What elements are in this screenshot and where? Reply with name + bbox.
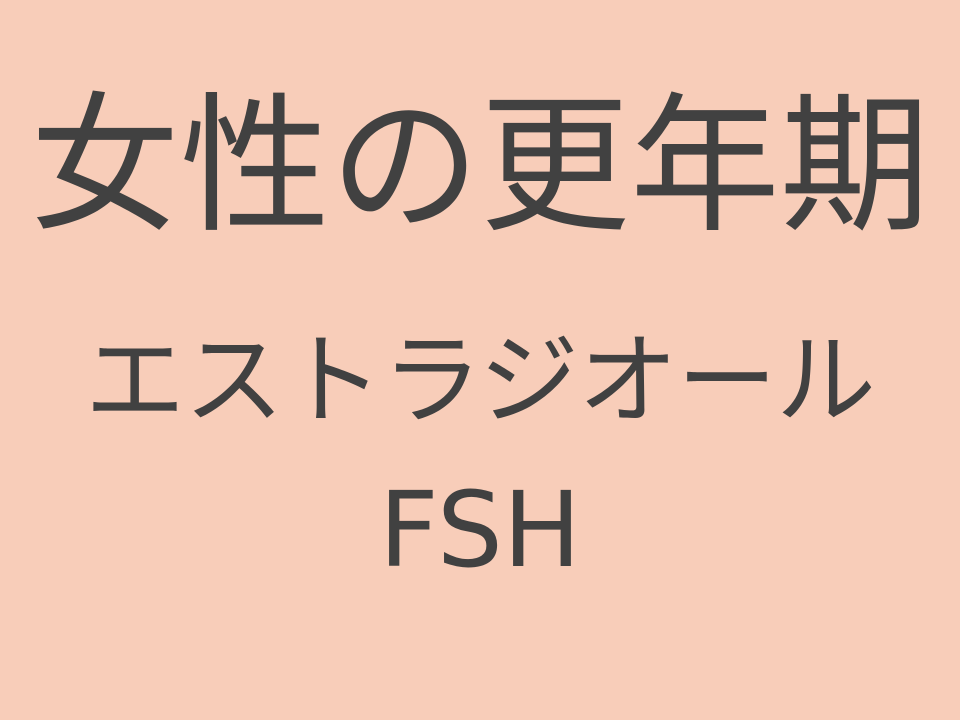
slide-line-fsh: FSH <box>378 469 582 591</box>
slide-title: 女性の更年期 <box>29 80 930 254</box>
slide: 女性の更年期 エストラジオール FSH <box>0 0 960 720</box>
slide-line-estradiol: エストラジオール <box>85 322 876 439</box>
